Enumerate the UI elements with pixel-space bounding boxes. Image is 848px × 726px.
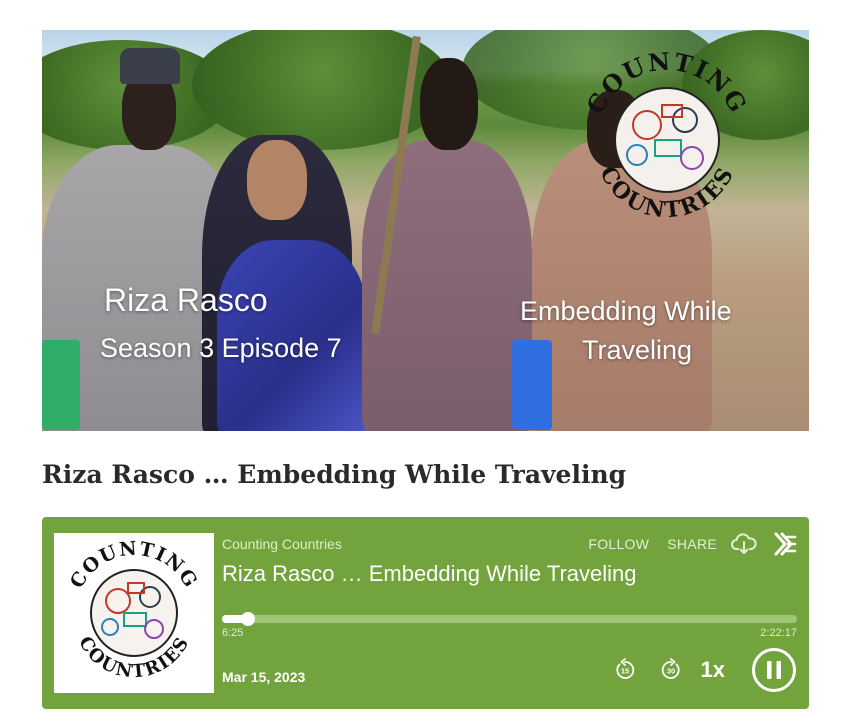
player-episode-title[interactable]: Riza Rasco … Embedding While Traveling [222,561,637,587]
hero-season-episode: Season 3 Episode 7 [100,333,342,363]
hero-guest-name: Riza Rasco [104,282,268,318]
episode-hero-image: Riza Rasco Season 3 Episode 7 Embedding … [42,30,809,431]
pause-icon[interactable] [751,647,797,693]
chair [42,340,80,430]
playback-progress-bar[interactable] [222,612,797,626]
podcast-brand-icon[interactable] [773,532,797,556]
forward-30-icon[interactable]: 30 [659,658,683,682]
show-name-link[interactable]: Counting Countries [222,536,342,552]
cover-logo: COUNTING COUNTRIES [66,537,201,682]
counting-countries-logo: COUNTING COUNTRIES [580,46,751,223]
total-duration: 2:22:17 [760,627,797,639]
playback-controls: 15 30 1x [613,647,797,693]
episode-date: Mar 15, 2023 [222,669,306,685]
player-top-actions: FOLLOW SHARE [588,532,797,556]
hero-topic-line2: Traveling [582,335,693,365]
forward-seconds: 30 [666,667,674,676]
progress-scrubber[interactable] [240,612,255,626]
podcast-cover-art[interactable]: COUNTING COUNTRIES [54,533,214,693]
chair [512,340,552,430]
share-button[interactable]: SHARE [667,536,717,552]
episode-title: Riza Rasco … Embedding While Traveling [42,460,627,489]
follow-button[interactable]: FOLLOW [588,536,649,552]
elapsed-time: 6:25 [222,627,244,639]
download-cloud-icon[interactable] [731,533,757,555]
rewind-15-icon[interactable]: 15 [613,658,637,682]
hero-topic-line1: Embedding While [520,296,732,326]
rewind-seconds: 15 [620,667,628,676]
podcast-player: COUNTING COUNTRIES Counting Countries Ri… [42,517,809,709]
playback-speed-button[interactable]: 1x [701,657,725,683]
